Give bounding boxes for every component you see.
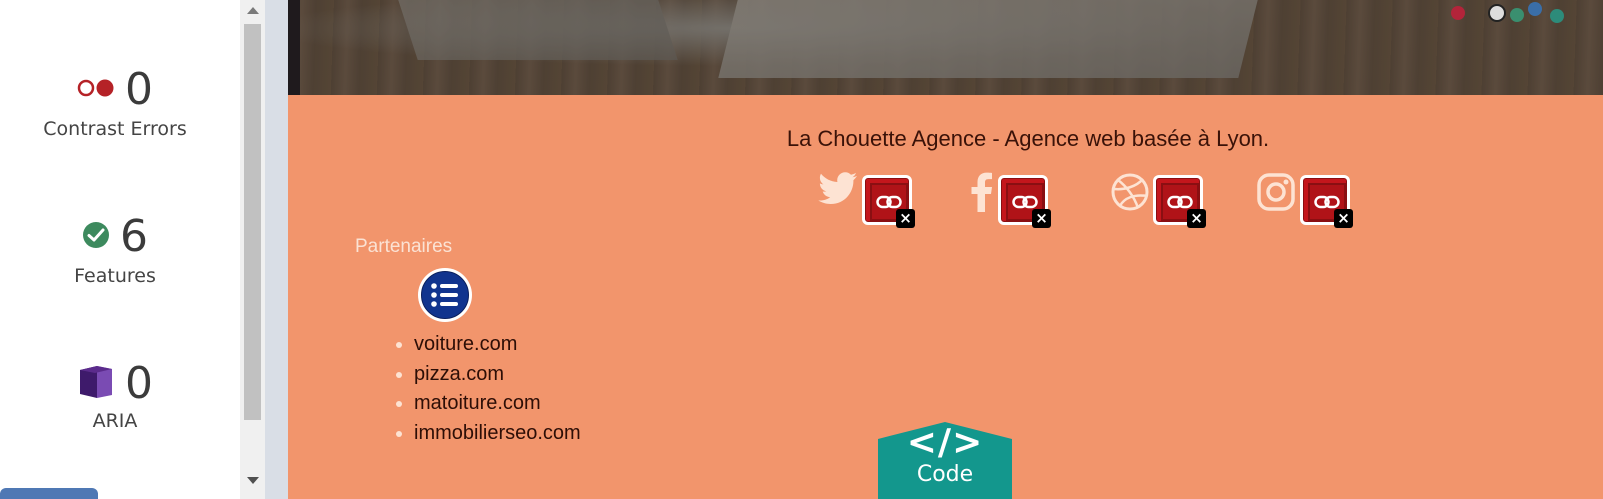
footer-tagline: La Chouette Agence - Agence web basée à … bbox=[786, 126, 1270, 151]
aria-label: ARIA bbox=[92, 410, 138, 432]
hero-image bbox=[288, 0, 1603, 95]
list-feature-badge[interactable] bbox=[418, 268, 472, 322]
list-item[interactable]: pizza.com bbox=[414, 360, 581, 390]
close-icon: × bbox=[1187, 209, 1206, 228]
list-icon bbox=[431, 283, 458, 307]
contrast-errors-stat[interactable]: 0 Contrast Errors bbox=[0, 64, 230, 141]
link-error-badge[interactable]: × bbox=[1300, 175, 1353, 228]
panel-divider bbox=[265, 0, 288, 499]
link-error-badge[interactable]: × bbox=[862, 175, 915, 228]
twitter-icon bbox=[818, 172, 858, 210]
features-check-icon bbox=[82, 221, 110, 253]
list-item[interactable]: matoiture.com bbox=[414, 389, 581, 419]
features-stat[interactable]: 6 Features bbox=[0, 211, 230, 288]
facebook-icon bbox=[970, 172, 994, 216]
close-icon: × bbox=[1334, 209, 1353, 228]
features-label: Features bbox=[74, 265, 156, 287]
scroll-up-arrow-icon[interactable] bbox=[247, 7, 259, 14]
partners-list: voiture.com pizza.com matoiture.com immo… bbox=[376, 330, 581, 448]
instagram-icon bbox=[1256, 172, 1296, 216]
broken-link-icon bbox=[876, 195, 902, 209]
close-icon: × bbox=[896, 209, 915, 228]
code-button-label: Code bbox=[916, 462, 974, 487]
dribbble-icon bbox=[1110, 172, 1150, 216]
list-item[interactable]: immobilierseo.com bbox=[414, 419, 581, 449]
broken-link-icon bbox=[1314, 195, 1340, 209]
link-error-badge[interactable]: × bbox=[1153, 175, 1206, 228]
list-item[interactable]: voiture.com bbox=[414, 330, 581, 360]
wave-sidebar: 0 Contrast Errors 6 Features 0 ARIA bbox=[0, 0, 240, 499]
features-count: 6 bbox=[120, 211, 148, 262]
partners-heading: Partenaires bbox=[355, 236, 453, 257]
aria-cube-icon bbox=[77, 364, 115, 404]
contrast-errors-label: Contrast Errors bbox=[43, 118, 187, 140]
web-page: La Chouette Agence - Agence web basée à … bbox=[288, 0, 1603, 499]
close-icon: × bbox=[1032, 209, 1051, 228]
contrast-errors-icon bbox=[77, 77, 115, 103]
broken-link-icon bbox=[1167, 195, 1193, 209]
panel-scrollbar[interactable] bbox=[240, 0, 265, 499]
contrast-errors-count: 0 bbox=[125, 64, 153, 115]
link-error-badge[interactable]: × bbox=[998, 175, 1051, 228]
aria-count: 0 bbox=[125, 358, 153, 409]
code-button[interactable]: </> Code bbox=[878, 422, 1012, 499]
scroll-down-arrow-icon[interactable] bbox=[247, 477, 259, 484]
code-icon: </> bbox=[906, 422, 984, 463]
scroll-thumb[interactable] bbox=[244, 24, 261, 420]
broken-link-icon bbox=[1012, 195, 1038, 209]
aria-stat[interactable]: 0 ARIA bbox=[0, 362, 230, 432]
panel-tab[interactable] bbox=[0, 488, 98, 499]
